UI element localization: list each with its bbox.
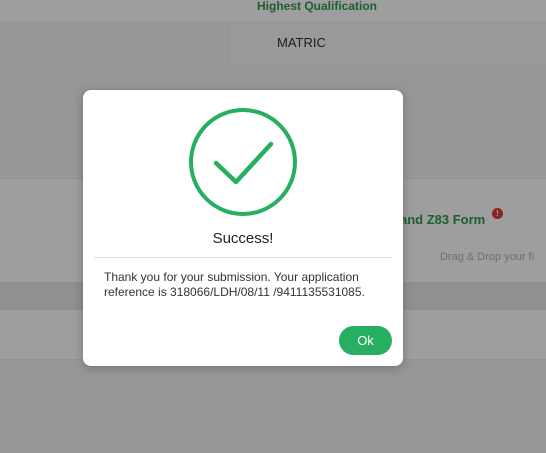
success-dialog: Success! Thank you for your submission. … — [83, 90, 403, 366]
ok-button[interactable]: Ok — [339, 326, 392, 355]
dialog-title: Success! — [212, 230, 274, 247]
dialog-message: Thank you for your submission. Your appl… — [104, 270, 365, 299]
divider — [94, 257, 392, 258]
check-circle-icon — [189, 108, 297, 216]
